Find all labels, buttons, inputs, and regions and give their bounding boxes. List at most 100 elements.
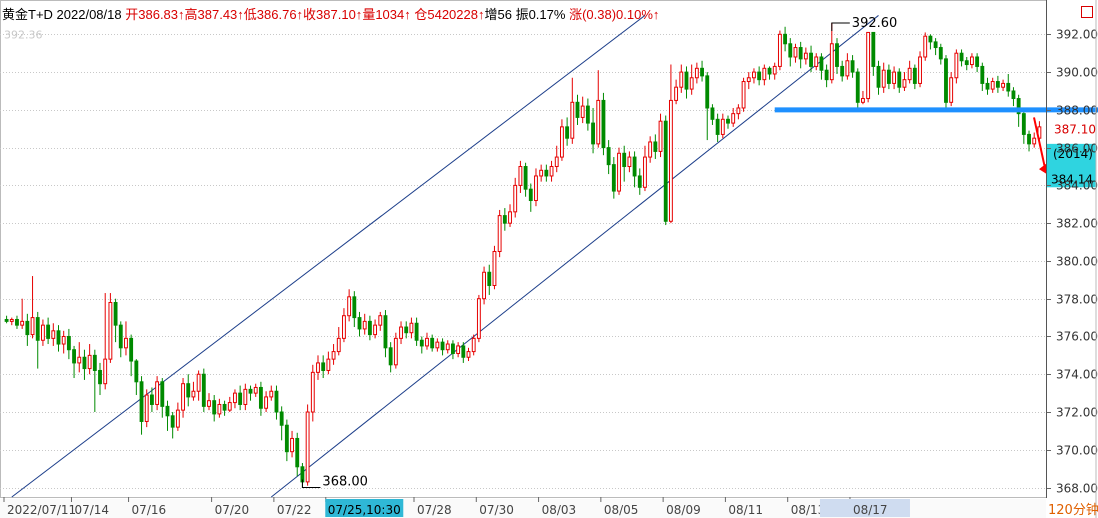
candle-body-up — [954, 52, 959, 79]
y-tick-label: 390.00 — [1056, 66, 1098, 80]
candle-body-down — [523, 166, 528, 190]
candle-body-down — [788, 43, 793, 58]
candle-body-down — [451, 343, 455, 354]
candle-body-down — [585, 105, 590, 124]
candle-body-up — [290, 437, 294, 453]
candle-body-down — [414, 322, 419, 341]
candle-body-down — [295, 437, 300, 468]
candle-body-down — [632, 156, 637, 177]
candle-body-down — [487, 271, 492, 286]
channel-line-upper — [11, 15, 646, 498]
close-price: 收387.10↑ — [303, 7, 363, 22]
candle-body-down — [819, 56, 824, 71]
low-price: 低386.76↑ — [243, 7, 304, 22]
candle-body-up — [326, 358, 331, 371]
candle-body-down — [798, 47, 803, 60]
candle-body-up — [217, 403, 222, 415]
candle-body-down — [1006, 82, 1011, 92]
candle-body-down — [129, 337, 134, 362]
candle-body-down — [855, 71, 860, 103]
low-value-label: 368.00 — [322, 475, 368, 490]
x-tick-label: 07/28 — [417, 503, 452, 517]
candle-body-down — [149, 394, 154, 405]
candle-body-down — [72, 349, 76, 364]
open-price: 开386.83↑ — [125, 7, 185, 22]
candle-body-down — [715, 118, 720, 135]
candle-body-up — [549, 166, 554, 177]
candle-body-up — [741, 81, 746, 109]
candle-body-up — [399, 326, 403, 339]
quote-header: 黄金T+D 2022/08/18 开386.83↑高387.43↑低386.76… — [2, 4, 659, 26]
position-change: 增56 — [484, 7, 512, 22]
candle-body-up — [907, 67, 912, 81]
x-tick-label: 08/05 — [604, 503, 639, 517]
candle-body-up — [923, 35, 928, 58]
interval-label: 120分钟 — [1048, 502, 1098, 518]
y-tick-label: 380.00 — [1056, 255, 1098, 269]
candle-body-down — [248, 388, 253, 394]
candle-body-down — [637, 175, 642, 188]
candle-body-down — [995, 81, 1000, 88]
volume: 量1034↑ — [362, 7, 411, 22]
candle-body-up — [445, 343, 450, 351]
candle-body-up — [949, 77, 954, 103]
candle-body-up — [1032, 137, 1037, 145]
open-interest: 仓5420228↑ — [414, 7, 485, 22]
candle-body-up — [347, 296, 352, 317]
y-tick-label: 386.00 — [1056, 142, 1098, 156]
candle-body-down — [440, 341, 445, 351]
candle-body-down — [212, 400, 217, 415]
candle-body-down — [352, 296, 357, 319]
candle-body-down — [985, 82, 990, 90]
candle-body-down — [611, 164, 616, 192]
candle-body-up — [990, 81, 995, 90]
candle-body-up — [87, 354, 92, 370]
candle-body-down — [684, 71, 689, 90]
y-tick-label: 392.00 — [1056, 28, 1098, 42]
candle-body-up — [762, 67, 767, 81]
candle-body-down — [502, 215, 507, 224]
restore-window-icon[interactable] — [1081, 6, 1093, 18]
candle-body-up — [746, 77, 751, 83]
candle-body-up — [207, 400, 211, 407]
candle-body-down — [824, 69, 829, 81]
candle-body-up — [658, 120, 663, 152]
candle-body-down — [565, 126, 570, 139]
candle-body-down — [279, 411, 284, 426]
candle-body-up — [617, 152, 621, 192]
candle-body-up — [518, 166, 523, 186]
candle-body-up — [264, 396, 269, 409]
candle-body-up — [752, 71, 756, 79]
candle-body-down — [850, 60, 855, 73]
candle-body-up — [627, 156, 632, 168]
candle-body-up — [342, 315, 346, 339]
candle-body-down — [840, 65, 845, 77]
candle-body-down — [975, 56, 980, 67]
candle-body-up — [191, 390, 196, 398]
candle-body-down — [726, 118, 730, 124]
candle-body-up — [435, 341, 440, 349]
candle-body-up — [892, 71, 897, 84]
annotation-layer: 392.60368.00387.10(2014)384.14 — [301, 16, 1098, 490]
candle-body-down — [601, 99, 606, 149]
candle-body-up — [378, 315, 383, 326]
candle-body-up — [1001, 82, 1006, 88]
candle-body-down — [591, 122, 595, 145]
chart-container[interactable]: 392.36 392.60 368.00 387.10 (2014) 384.14 36… — [0, 0, 1098, 518]
x-tick-label: 2022/07/11 — [7, 503, 76, 517]
y-tick-label: 382.00 — [1056, 217, 1098, 231]
candle-body-up — [181, 383, 185, 411]
candle-body-up — [793, 47, 798, 58]
candlestick-chart[interactable]: 392.36 392.60368.00387.10(2014)384.14 36… — [0, 0, 1098, 518]
candle-body-up — [492, 251, 497, 286]
x-tick-label: 07/14 — [74, 503, 109, 517]
candle-body-up — [30, 317, 35, 336]
candle-body-up — [243, 388, 248, 405]
x-axis: 2022/07/1107/14 07/16 07/20 07/22 07/25,10:3… — [0, 497, 1098, 518]
candle-body-up — [51, 330, 56, 339]
y-axis: 368.00 370.00 372.00 374.00 376.00 378.00 380.… — [1046, 0, 1098, 518]
candle-body-down — [15, 318, 19, 326]
candle-body-down — [653, 141, 658, 152]
candle-body-up — [362, 320, 367, 330]
candle-body-up — [316, 362, 320, 373]
